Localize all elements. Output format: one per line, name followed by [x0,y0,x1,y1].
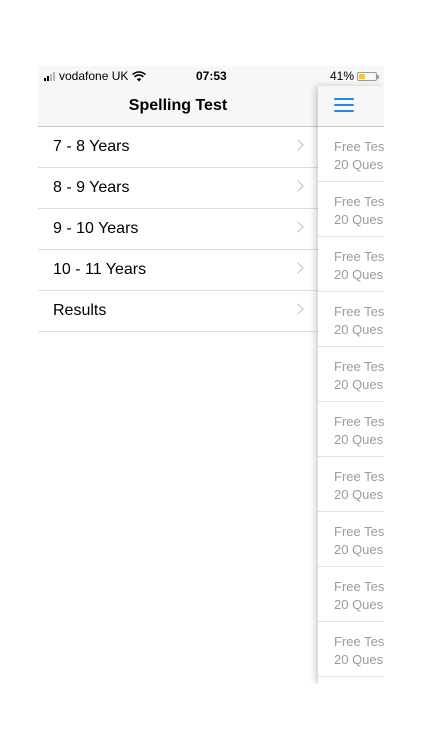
test-title: Free Tes [334,194,384,209]
test-subtitle: 20 Ques [334,157,384,172]
test-subtitle: 20 Ques [334,542,384,557]
menu-item-label: 10 - 11 Years [53,261,147,278]
chevron-right-icon [292,303,304,315]
menu-item-9-10-years[interactable]: 9 - 10 Years [38,209,318,250]
battery-icon [357,71,380,81]
status-left: vodafone UK [44,69,147,83]
test-list-item[interactable]: Free Tes 20 Ques [318,182,384,237]
chevron-right-icon [292,180,304,192]
test-subtitle: 20 Ques [334,267,384,282]
status-bar: vodafone UK 07:53 41% [38,66,384,86]
menu-item-label: 9 - 10 Years [53,220,139,237]
status-time: 07:53 [196,69,227,83]
test-list-item[interactable]: Free Tes 20 Ques [318,237,384,292]
chevron-right-icon [292,139,304,151]
menu-item-label: 7 - 8 Years [53,138,130,155]
menu-item-label: Results [53,302,107,319]
test-title: Free Tes [334,579,384,594]
test-title: Free Tes [334,469,384,484]
test-title: Free Tes [334,139,384,154]
test-subtitle: 20 Ques [334,322,384,337]
main-content-panel[interactable]: Free Tes 20 Ques Free Tes 20 Ques Free T… [318,86,384,684]
battery-percent: 41% [330,69,355,83]
test-list-item[interactable]: Free Tes 20 Ques [318,292,384,347]
side-menu: Spelling Test 7 - 8 Years 8 - 9 Years 9 … [38,86,318,684]
test-subtitle: 20 Ques [334,652,384,667]
chevron-right-icon [292,221,304,233]
menu-title: Spelling Test [38,86,318,127]
chevron-right-icon [292,262,304,274]
panel-header [318,86,384,127]
wifi-icon [132,70,147,81]
menu-item-label: 8 - 9 Years [53,179,130,196]
test-title: Free Tes [334,249,384,264]
test-list-item[interactable]: Free Tes 20 Ques [318,622,384,677]
menu-item-8-9-years[interactable]: 8 - 9 Years [38,168,318,209]
test-title: Free Tes [334,634,384,649]
signal-strength-icon [44,71,55,81]
test-subtitle: 20 Ques [334,377,384,392]
status-right: 41% [330,69,380,83]
test-list-item[interactable]: Free Tes 20 Ques [318,127,384,182]
carrier-name: vodafone UK [59,69,129,83]
test-subtitle: 20 Ques [334,432,384,447]
phone-screen: vodafone UK 07:53 41% Spelling Test 7 - … [38,66,384,684]
menu-item-results[interactable]: Results [38,291,318,332]
test-list-item[interactable]: Free Tes 20 Ques [318,567,384,622]
test-subtitle: 20 Ques [334,487,384,502]
hamburger-menu-icon[interactable] [334,98,354,112]
test-title: Free Tes [334,414,384,429]
test-list-item[interactable]: Free Tes 20 Ques [318,512,384,567]
test-title: Free Tes [334,524,384,539]
test-list-item[interactable]: Free Tes 20 Ques [318,402,384,457]
menu-item-7-8-years[interactable]: 7 - 8 Years [38,127,318,168]
menu-item-10-11-years[interactable]: 10 - 11 Years [38,250,318,291]
test-title: Free Tes [334,304,384,319]
test-list-item[interactable]: Free Tes 20 Ques [318,347,384,402]
test-subtitle: 20 Ques [334,597,384,612]
test-subtitle: 20 Ques [334,212,384,227]
test-title: Free Tes [334,359,384,374]
test-list-item[interactable]: Free Tes 20 Ques [318,457,384,512]
